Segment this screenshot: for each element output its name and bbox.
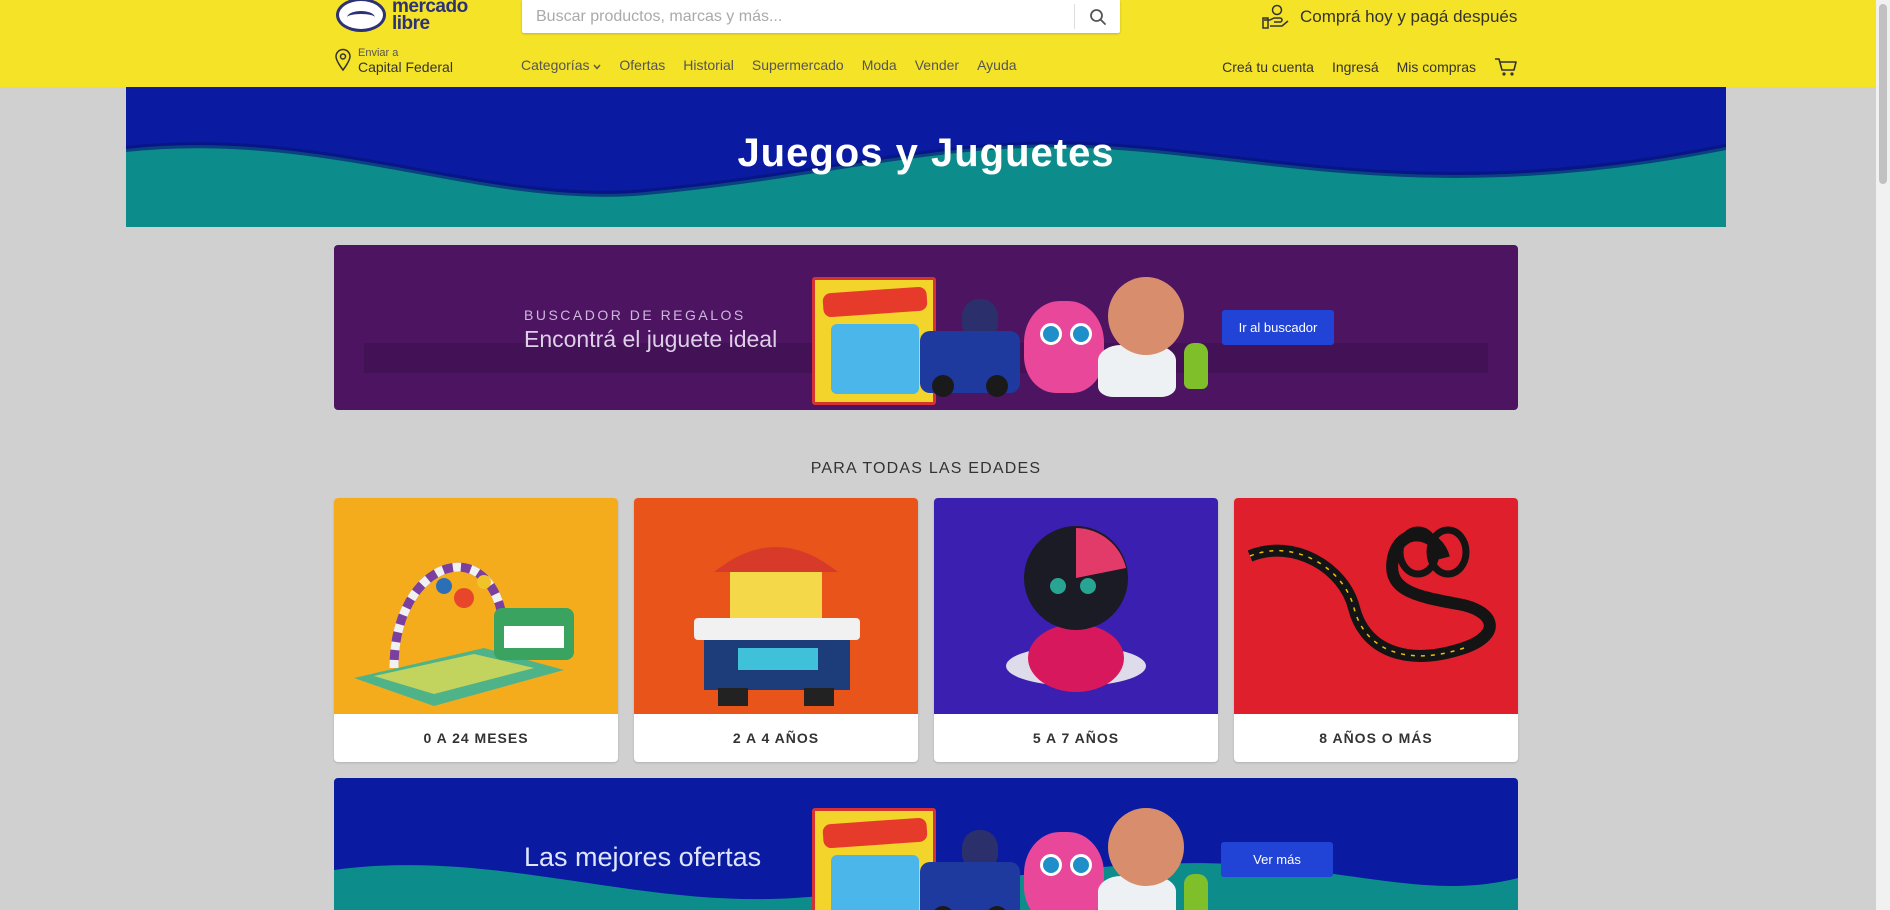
search-icon (1089, 8, 1106, 25)
location-pin-icon (335, 48, 351, 72)
scrollbar-thumb[interactable] (1879, 4, 1887, 184)
nav-vender[interactable]: Vender (915, 57, 959, 73)
best-offers-banner[interactable]: Las mejores ofertas Ver más (334, 778, 1518, 910)
toy-kitchen-image (634, 498, 918, 714)
offers-toys-illustration (812, 790, 1212, 910)
race-track-image (1234, 498, 1518, 714)
toy-truck (920, 331, 1020, 397)
hand-coin-icon (1262, 4, 1289, 29)
baby-play-gym-image (334, 498, 618, 714)
toy-plush-owl (1024, 301, 1104, 393)
gift-finder-banner[interactable]: BUSCADOR DE REGALOS Encontrá el juguete … (334, 245, 1518, 410)
handshake-logo-icon (336, 0, 386, 32)
promo-text: Comprá hoy y pagá después (1300, 7, 1518, 26)
toy-baby-doll (1108, 808, 1184, 886)
toy-bottle (1184, 343, 1208, 389)
gift-finder-button[interactable]: Ir al buscador (1222, 310, 1334, 345)
toys-illustration (812, 259, 1212, 405)
offers-title: Las mejores ofertas (524, 842, 762, 872)
age-card-label: 5 A 7 AÑOS (1032, 730, 1120, 746)
board-game-box (812, 808, 936, 910)
page-title: Juegos y Juguetes (737, 131, 1115, 175)
nav-ayuda[interactable]: Ayuda (977, 57, 1016, 73)
cart-icon[interactable] (1494, 57, 1518, 77)
main-nav: Categorías Ofertas Historial Supermercad… (521, 57, 1017, 73)
see-more-offers-button[interactable]: Ver más (1221, 842, 1333, 877)
create-account-link[interactable]: Creá tu cuenta (1222, 59, 1314, 75)
category-hero-banner: Juegos y Juguetes (126, 87, 1726, 227)
nav-supermercado[interactable]: Supermercado (752, 57, 844, 73)
nav-ofertas[interactable]: Ofertas (619, 57, 665, 73)
login-link[interactable]: Ingresá (1332, 59, 1379, 75)
age-card-5-7-years[interactable]: 5 A 7 AÑOS (934, 498, 1218, 762)
toy-bottle (1184, 874, 1208, 910)
age-card-label: 8 AÑOS O MÁS (1319, 730, 1433, 746)
search-input[interactable] (522, 0, 1074, 33)
location-value: Capital Federal (358, 59, 453, 75)
age-card-label: 2 A 4 AÑOS (732, 730, 820, 746)
location-label: Enviar a (358, 47, 399, 59)
search-button[interactable] (1075, 0, 1120, 33)
age-card-2-4-years[interactable]: 2 A 4 AÑOS (634, 498, 918, 762)
search-bar (522, 0, 1120, 33)
toy-baby-doll (1108, 277, 1184, 355)
logo-text: mercado libre (392, 0, 468, 34)
ages-section-title: PARA TODAS LAS EDADES (810, 460, 1042, 477)
chevron-down-icon (593, 64, 601, 70)
nav-categorias[interactable]: Categorías (521, 57, 601, 73)
gift-finder-eyebrow: BUSCADOR DE REGALOS (524, 307, 746, 323)
toy-robot-image (934, 498, 1218, 714)
page-scrollbar[interactable] (1876, 0, 1890, 910)
age-card-0-24-months[interactable]: 0 A 24 MESES (334, 498, 618, 762)
age-card-8-plus-years[interactable]: 8 AÑOS O MÁS (1234, 498, 1518, 762)
toy-truck (920, 862, 1020, 910)
buy-now-pay-later-promo[interactable]: Comprá hoy y pagá después (1262, 2, 1517, 32)
nav-moda[interactable]: Moda (862, 57, 897, 73)
nav-historial[interactable]: Historial (683, 57, 734, 73)
age-card-label: 0 A 24 MESES (423, 730, 529, 746)
gift-finder-title: Encontrá el juguete ideal (524, 326, 778, 352)
mercadolibre-logo[interactable]: mercado libre (336, 0, 476, 34)
site-header: mercado libre Comprá hoy y pagá después … (0, 0, 1876, 87)
toy-plush-owl (1024, 832, 1104, 910)
my-purchases-link[interactable]: Mis compras (1397, 59, 1476, 75)
shipping-location[interactable]: Enviar a Capital Federal (334, 46, 453, 74)
board-game-box (812, 277, 936, 405)
account-nav: Creá tu cuenta Ingresá Mis compras (1222, 57, 1518, 77)
